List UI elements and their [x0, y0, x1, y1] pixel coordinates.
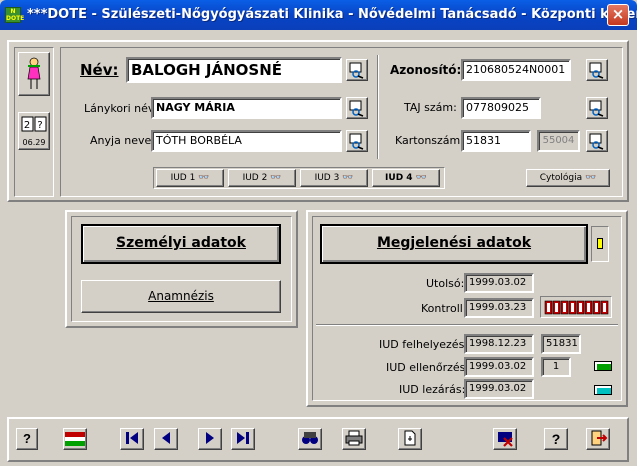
card-search-button[interactable]	[586, 130, 608, 152]
close-button[interactable]: ×	[607, 4, 629, 26]
last-icon	[237, 432, 249, 444]
search-icon	[349, 100, 364, 117]
exit-door-icon	[591, 430, 608, 446]
cancel-icon	[498, 432, 513, 447]
horizontal-divider	[316, 324, 618, 326]
taj-field[interactable]: 077809025	[461, 97, 541, 119]
maiden-field[interactable]: NAGY MÁRIA	[151, 97, 342, 119]
id-search-button[interactable]	[586, 59, 608, 81]
name-field[interactable]: BALOGH JÁNOSNÉ	[126, 57, 342, 83]
first-icon	[126, 432, 138, 444]
calendar-button[interactable]: 2? 06.29	[18, 112, 50, 150]
red-indicator-icons	[544, 300, 610, 318]
control-label: Kontroll:	[421, 302, 467, 315]
iud-insert-label: IUD felhelyezés:	[379, 338, 469, 351]
document-icon	[404, 430, 416, 446]
exit-button[interactable]	[586, 428, 610, 450]
iud3-button[interactable]: IUD 3 👓	[300, 169, 368, 187]
cyan-indicator-icon	[594, 385, 612, 395]
next-record-button[interactable]	[198, 428, 222, 450]
new-document-button[interactable]	[398, 428, 422, 450]
card-field[interactable]: 51831	[461, 130, 531, 152]
maiden-label: Lánykori név:	[84, 102, 158, 115]
next-icon	[206, 432, 214, 444]
svg-text:2: 2	[24, 120, 30, 131]
binoculars-icon	[302, 432, 318, 444]
iud-close-field: 1999.03.02	[464, 379, 534, 399]
previous-record-button[interactable]	[154, 428, 178, 450]
date-badge: 06.29	[22, 138, 46, 147]
id-field[interactable]: 210680524N0001	[461, 59, 571, 81]
iud-check-label: IUD ellenőrzés:	[386, 361, 470, 374]
help-button[interactable]: ?	[16, 428, 38, 450]
appearance-data-button[interactable]: Megjelenési adatok	[320, 224, 588, 264]
hungarian-flag-icon	[65, 432, 85, 446]
search-icon	[589, 62, 604, 79]
iud-check-field: 1999.03.02	[464, 357, 534, 377]
id-label: Azonosító:	[390, 63, 462, 77]
app-icon[interactable]: N DOTE	[5, 7, 24, 23]
vertical-divider	[377, 55, 379, 159]
taj-label: TAJ szám:	[404, 101, 457, 114]
print-button[interactable]	[342, 428, 366, 450]
search-icon	[589, 133, 604, 150]
svg-text:?: ?	[37, 120, 42, 131]
iud2-button[interactable]: IUD 2 👓	[228, 169, 296, 187]
last-field: 1999.03.02	[464, 273, 534, 293]
first-record-button[interactable]	[120, 428, 144, 450]
taj-search-button[interactable]	[586, 97, 608, 119]
printer-icon	[345, 430, 363, 446]
glasses-icon: 👓	[270, 173, 282, 183]
card-extra-field: 55004	[537, 130, 580, 152]
control-field: 1999.03.23	[464, 298, 534, 318]
search-icon	[349, 133, 364, 150]
mother-field[interactable]: TÓTH BORBÉLA	[151, 130, 342, 152]
glasses-icon: 👓	[198, 173, 210, 183]
maiden-search-button[interactable]	[346, 97, 368, 119]
search-records-button[interactable]	[298, 428, 322, 450]
card-label: Kartonszám:	[395, 134, 464, 147]
glasses-icon: 👓	[415, 173, 427, 183]
cytology-button[interactable]: Cytológia 👓	[526, 169, 610, 187]
personal-data-button[interactable]: Személyi adatok	[81, 224, 281, 264]
iud-insert-field: 1998.12.23	[464, 334, 534, 354]
iud-check-no-field: 1	[541, 357, 571, 377]
woman-icon[interactable]	[18, 52, 50, 96]
glasses-icon: 👓	[585, 173, 597, 183]
name-search-button[interactable]	[346, 59, 368, 81]
window-title: ***DOTE - Szülészeti-Nőgyógyászati Klini…	[27, 7, 637, 22]
last-label: Utolsó:	[426, 277, 465, 290]
yellow-indicator-icon	[597, 238, 603, 249]
search-icon	[349, 62, 364, 79]
green-indicator-icon	[594, 361, 612, 371]
mother-search-button[interactable]	[346, 130, 368, 152]
iud-insert-no-field: 51831	[541, 334, 581, 354]
previous-icon	[162, 432, 170, 444]
help-info-button[interactable]: ?	[544, 428, 568, 450]
search-icon	[589, 100, 604, 117]
language-button[interactable]	[63, 428, 87, 450]
iud4-button[interactable]: IUD 4 👓	[372, 169, 440, 187]
mother-label: Anyja neve:	[90, 134, 156, 147]
anamnesis-button[interactable]: Anamnézis	[81, 280, 281, 313]
calendar-icon: 2?	[21, 116, 47, 132]
iud-close-label: IUD lezárás:	[399, 383, 466, 396]
last-record-button[interactable]	[231, 428, 255, 450]
name-label: Név:	[80, 61, 119, 79]
glasses-icon: 👓	[342, 173, 354, 183]
iud1-button[interactable]: IUD 1 👓	[156, 169, 224, 187]
close-record-button[interactable]	[493, 428, 517, 450]
